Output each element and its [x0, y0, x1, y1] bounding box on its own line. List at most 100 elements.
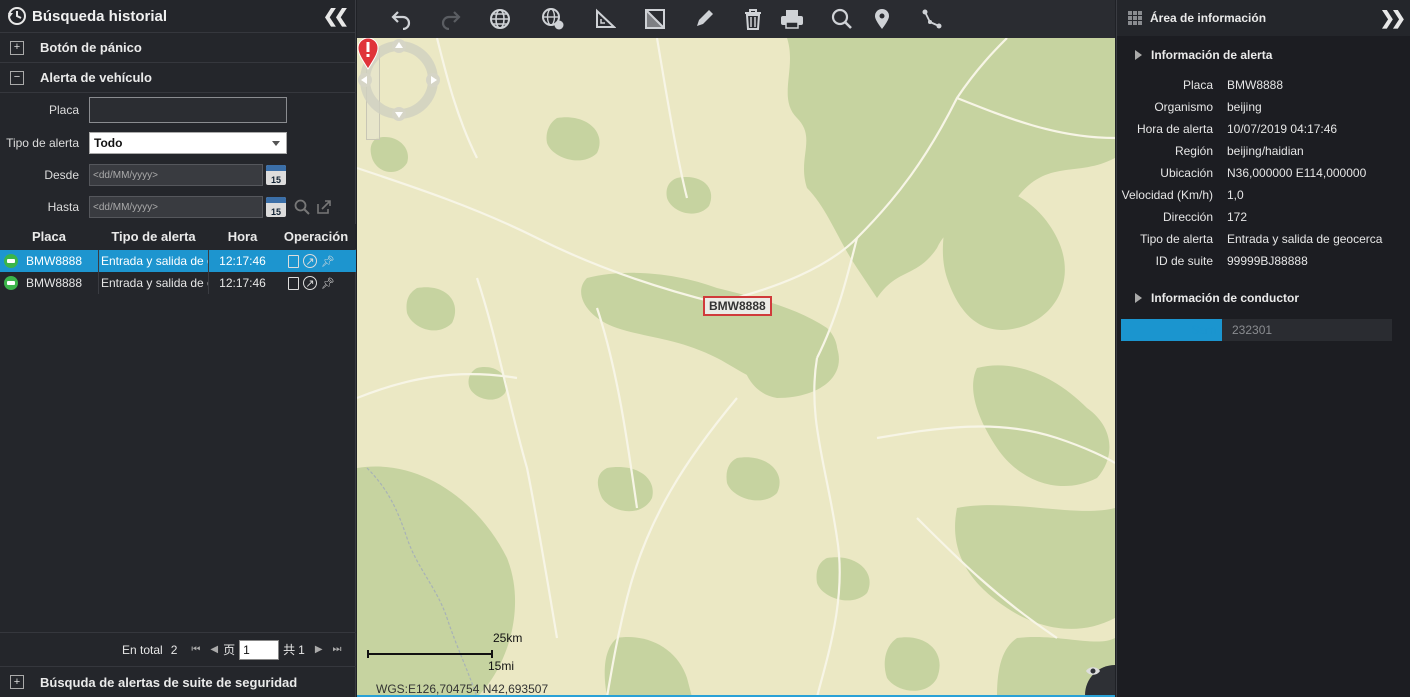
car-icon	[4, 276, 18, 290]
to-date-input[interactable]: <dd/MM/yyyy>	[89, 196, 263, 218]
column-header-alert-type[interactable]: Tipo de alerta	[98, 229, 209, 244]
pin-icon[interactable]: 📌︎	[321, 276, 335, 290]
page-label: 页	[223, 643, 236, 657]
redo-icon[interactable]	[432, 0, 470, 38]
video-icon[interactable]	[288, 254, 299, 268]
chevron-right-icon	[1135, 293, 1142, 303]
ruler-angle-icon[interactable]	[586, 0, 624, 38]
field-value: Entrada y salida de geocerca	[1227, 232, 1383, 246]
to-row: Hasta <dd/MM/yyyy> 15	[0, 194, 356, 220]
area-measure-icon[interactable]	[636, 0, 674, 38]
collapse-panel-button[interactable]: ❮❮	[323, 6, 349, 27]
alert-type-select[interactable]: Todo	[89, 132, 287, 154]
security-suite-section[interactable]: + Búsquda de alertas de suite de segurid…	[0, 666, 356, 697]
driver-id: 232301	[1222, 319, 1392, 341]
expand-icon[interactable]: +	[10, 675, 24, 689]
pencil-icon[interactable]	[685, 0, 723, 38]
coordinate-readout: WGS:E126,704754 N42,693507	[376, 682, 549, 696]
field-value: 99999BJ88888	[1227, 254, 1308, 268]
search-icon[interactable]	[292, 197, 312, 217]
prev-page-icon[interactable]: ◀	[210, 644, 218, 655]
undo-icon[interactable]	[382, 0, 420, 38]
scale-bar	[367, 650, 493, 658]
expand-panel-button[interactable]: ❯❯	[1380, 8, 1406, 29]
vehicle-alert-section[interactable]: − Alerta de vehículo	[0, 63, 355, 93]
search-history-panel: Búsqueda historial ❮❮ + Botón de pánico …	[0, 0, 356, 697]
plate-label: Placa	[48, 103, 79, 117]
total-label: En total	[122, 642, 163, 657]
export-icon[interactable]	[314, 197, 334, 217]
eye-icon[interactable]	[1085, 665, 1115, 695]
video-icon[interactable]	[288, 276, 299, 290]
info-field: Tipo de alerta Entrada y salida de geocer…	[1117, 228, 1397, 250]
playback-icon[interactable]: ↗	[303, 254, 317, 268]
driver-info-section[interactable]: Información de conductor	[1117, 287, 1393, 309]
vehicle-map-label[interactable]: BMW8888	[703, 296, 772, 316]
pagination: En total 2 ⏮ ◀ 页 1 共 1 ▶ ⏭	[0, 632, 356, 666]
alert-type-value: Todo	[94, 136, 123, 150]
chevron-right-icon	[1135, 50, 1142, 60]
plate-value: BMW8888	[26, 276, 83, 290]
last-page-icon[interactable]: ⏭	[333, 644, 342, 655]
from-label: Desde	[44, 168, 79, 182]
grid-icon	[1128, 11, 1142, 25]
scale-mi-label: 15mi	[488, 659, 515, 673]
globe-settings-icon[interactable]	[534, 0, 572, 38]
section-title: Información de alerta	[1151, 48, 1273, 62]
info-field: ID de suite 99999BJ88888	[1117, 250, 1397, 272]
plate-input[interactable]	[89, 97, 287, 123]
route-icon[interactable]	[913, 0, 951, 38]
info-field: Dirección 172	[1117, 206, 1397, 228]
section-title: Información de conductor	[1151, 291, 1300, 305]
page-input[interactable]: 1	[239, 639, 280, 660]
section-label: Botón de pánico	[40, 40, 142, 55]
map-view[interactable]: BMW8888 25km 15mi WGS:E126,704754 N42,69…	[357, 38, 1115, 697]
column-header-plate[interactable]: Placa	[0, 229, 98, 244]
globe-icon[interactable]	[481, 0, 519, 38]
page-count: 1	[298, 642, 305, 657]
trash-icon[interactable]	[734, 0, 772, 38]
from-date-input[interactable]: <dd/MM/yyyy>	[89, 164, 263, 186]
alert-info-section[interactable]: Información de alerta	[1117, 44, 1393, 66]
calendar-day: 15	[270, 175, 281, 185]
calendar-day: 15	[270, 207, 281, 217]
panel-title: Búsqueda historial	[32, 7, 168, 25]
car-icon	[4, 254, 18, 268]
search-icon[interactable]	[823, 0, 861, 38]
calendar-icon[interactable]: 15	[266, 165, 286, 185]
time-cell: 12:17:46	[219, 276, 266, 290]
field-label: Región	[1174, 144, 1213, 158]
scrollbar[interactable]	[1392, 36, 1410, 697]
collapse-icon[interactable]: −	[10, 70, 24, 85]
expand-icon[interactable]: +	[10, 40, 24, 55]
field-label: ID de suite	[1155, 254, 1213, 268]
alert-type-cell: Entrada y salida de geocerca	[98, 272, 209, 294]
table-row[interactable]: BMW8888 Entrada y salida de geocerca 12:…	[0, 272, 356, 294]
column-header-operation[interactable]: Operación	[276, 229, 356, 244]
field-value: 172	[1227, 210, 1248, 224]
next-page-icon[interactable]: ▶	[315, 644, 323, 655]
field-label: Hora de alerta	[1136, 122, 1213, 136]
pin-icon[interactable]: 📌︎	[321, 254, 335, 268]
operation-cell: ↗ 📌︎	[276, 254, 356, 268]
playback-icon[interactable]: ↗	[303, 276, 317, 290]
alert-type-cell: Entrada y salida de geocerca	[98, 250, 209, 272]
field-label: Dirección	[1162, 210, 1213, 224]
column-header-time[interactable]: Hora	[209, 229, 276, 244]
results-table-header: Placa Tipo de alerta Hora Operación	[0, 224, 356, 249]
printer-icon[interactable]	[773, 0, 811, 38]
table-row[interactable]: BMW8888 Entrada y salida de geocerca 12:…	[0, 250, 356, 272]
info-field: Hora de alerta 10/07/2019 04:17:46	[1117, 118, 1397, 140]
total-count: 2	[170, 642, 178, 657]
location-pin-icon[interactable]	[863, 0, 901, 38]
first-page-icon[interactable]: ⏮	[191, 644, 200, 655]
map-toolbar	[357, 0, 1115, 38]
info-area-title: Área de información	[1150, 11, 1267, 25]
driver-row[interactable]: Sam 232301	[1121, 319, 1392, 341]
field-label: Velocidad (Km/h)	[1121, 188, 1213, 202]
alert-marker-icon[interactable]	[357, 38, 379, 70]
calendar-icon[interactable]: 15	[266, 197, 286, 217]
time-cell: 12:17:46	[219, 254, 266, 268]
field-value: 10/07/2019 04:17:46	[1227, 122, 1338, 136]
panic-button-section[interactable]: + Botón de pánico	[0, 33, 355, 63]
